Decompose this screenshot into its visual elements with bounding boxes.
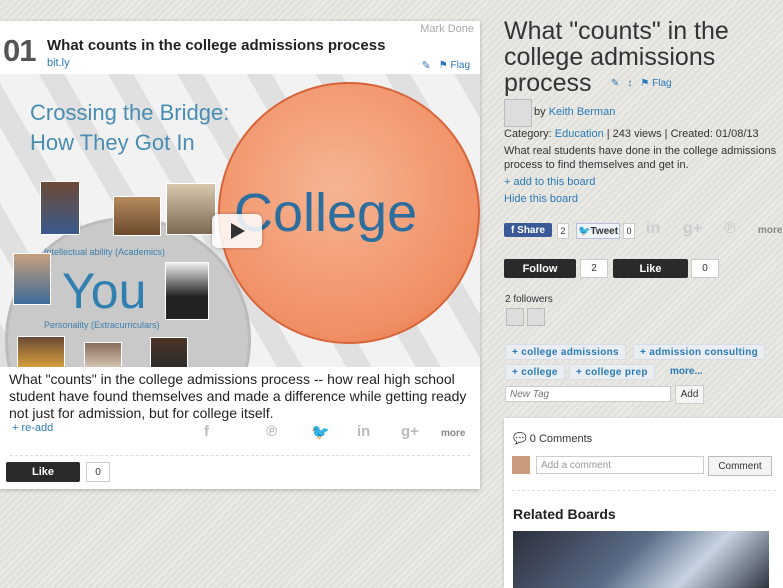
student-photo — [165, 262, 209, 320]
plus-icon: + — [576, 366, 583, 378]
like-count: 0 — [691, 259, 719, 278]
tweet-label: Tweet — [590, 225, 619, 237]
author-avatar[interactable] — [504, 99, 532, 127]
follower-avatar[interactable] — [527, 308, 545, 326]
plus-icon: + — [640, 346, 647, 358]
board-tools: ✎ ↕ ⚑ Flag — [611, 78, 672, 89]
slide-you-word: You — [62, 263, 147, 319]
student-photo — [17, 336, 65, 367]
plus-icon: + — [512, 366, 519, 378]
board-description: What real students have done in the coll… — [504, 145, 777, 171]
add-to-board-link[interactable]: + add to this board — [504, 176, 595, 188]
pinterest-icon[interactable]: ℗ — [724, 220, 736, 238]
follower-avatar[interactable] — [506, 308, 524, 326]
author-line: by Keith Berman — [534, 106, 615, 118]
pinterest-icon[interactable]: ℗ — [266, 423, 277, 440]
divider — [10, 455, 470, 456]
twitter-icon[interactable]: 🐦 — [311, 423, 330, 441]
slide-heading-line2: How They Got In — [30, 130, 195, 155]
card-title[interactable]: What counts in the college admissions pr… — [47, 37, 385, 54]
author-link[interactable]: Keith Berman — [549, 106, 616, 118]
student-photo — [166, 183, 216, 235]
tag-college-prep[interactable]: + college prep — [569, 364, 655, 380]
facebook-share-button[interactable]: f Share — [504, 223, 552, 237]
slide-heading: Crossing the Bridge: How They Got In — [30, 98, 229, 158]
follow-count: 2 — [580, 259, 608, 278]
like-button[interactable]: Like — [6, 462, 80, 482]
twitter-icon: 🐦 — [577, 225, 591, 237]
comment-input[interactable]: Add a comment — [536, 456, 704, 474]
views-created: | 243 views | Created: 01/08/13 — [606, 128, 759, 140]
tag-label: college admissions — [521, 346, 619, 358]
play-button[interactable] — [212, 214, 262, 248]
related-boards-heading: Related Boards — [513, 506, 616, 522]
flag-label: Flag — [450, 60, 470, 71]
follow-button[interactable]: Follow — [504, 259, 576, 278]
tag-admission-consulting[interactable]: + admission consulting — [633, 344, 766, 360]
flag-label: Flag — [652, 78, 672, 89]
tweet-button[interactable]: 🐦 Tweet — [576, 223, 620, 239]
readd-button[interactable]: + re-add — [12, 422, 53, 434]
share-count: 2 — [557, 223, 569, 239]
tag-label: college prep — [585, 366, 648, 378]
category-label: Category: — [504, 128, 552, 140]
card-source-link[interactable]: bit.ly — [47, 57, 70, 69]
plus-icon: + — [512, 346, 519, 358]
card-tools: ✎ ⚑ Flag — [422, 59, 470, 72]
add-tag-button[interactable]: Add — [675, 385, 704, 404]
tag-college[interactable]: + college — [505, 364, 565, 380]
like-count: 0 — [86, 462, 110, 482]
more-share-button[interactable]: more — [758, 225, 782, 236]
divider — [512, 490, 776, 491]
comment-button[interactable]: Comment — [708, 456, 772, 476]
comments-panel: 💬 0 Comments Add a comment Comment Relat… — [504, 418, 783, 588]
tag-label: college — [521, 366, 558, 378]
student-photo — [84, 342, 122, 367]
more-share-button[interactable]: more — [441, 428, 465, 439]
card-number: 01 — [3, 33, 36, 68]
tweet-count: 0 — [623, 223, 635, 239]
flag-button[interactable]: ⚑ Flag — [439, 60, 470, 71]
by-label: by — [534, 106, 546, 118]
linkedin-icon[interactable]: in — [646, 220, 660, 238]
followers-count: 2 followers — [505, 294, 553, 305]
linkedin-icon[interactable]: in — [357, 423, 370, 440]
student-photo — [150, 337, 188, 367]
slide-intellectual-label: Intellectual ability (Academics) — [44, 247, 166, 257]
student-photo — [40, 181, 80, 235]
student-photo — [13, 253, 51, 305]
comment-icon: 💬 — [513, 433, 527, 445]
flag-icon: ⚑ — [438, 60, 448, 71]
googleplus-icon[interactable]: g+ — [683, 220, 702, 238]
edit-icon[interactable]: ✎ — [611, 78, 619, 89]
like-button[interactable]: Like — [613, 259, 688, 278]
slide-personality-label: Personality (Extracurriculars) — [44, 320, 160, 330]
student-photo — [113, 196, 161, 236]
card-description: What "counts" in the college admissions … — [9, 371, 467, 421]
tag-college-admissions[interactable]: + college admissions — [505, 344, 626, 360]
hide-board-link[interactable]: Hide this board — [504, 193, 578, 205]
category-link[interactable]: Education — [555, 128, 604, 140]
flag-button[interactable]: ⚑ Flag — [640, 78, 671, 89]
edit-icon[interactable]: ✎ — [422, 59, 431, 72]
user-avatar — [512, 456, 530, 474]
tag-label: admission consulting — [649, 346, 759, 358]
facebook-icon[interactable]: f — [204, 423, 209, 440]
reorder-icon[interactable]: ↕ — [627, 78, 632, 89]
new-tag-input[interactable] — [505, 386, 671, 402]
comments-count: 0 Comments — [529, 433, 593, 445]
related-board-thumbnail[interactable] — [513, 531, 769, 588]
mark-done-button[interactable]: Mark Done — [420, 23, 474, 35]
facebook-icon: f — [511, 224, 515, 236]
board-card: Mark Done 01 What counts in the college … — [0, 21, 480, 489]
more-tags-link[interactable]: more... — [670, 366, 703, 377]
share-label: Share — [517, 224, 545, 236]
comments-header: 💬 0 Comments — [513, 432, 592, 445]
flag-icon: ⚑ — [640, 78, 650, 89]
slide-heading-line1: Crossing the Bridge: — [30, 100, 230, 125]
board-meta: Category: Education | 243 views | Create… — [504, 128, 759, 140]
googleplus-icon[interactable]: g+ — [401, 423, 419, 440]
video-thumbnail[interactable]: Crossing the Bridge: How They Got In Col… — [0, 74, 480, 367]
